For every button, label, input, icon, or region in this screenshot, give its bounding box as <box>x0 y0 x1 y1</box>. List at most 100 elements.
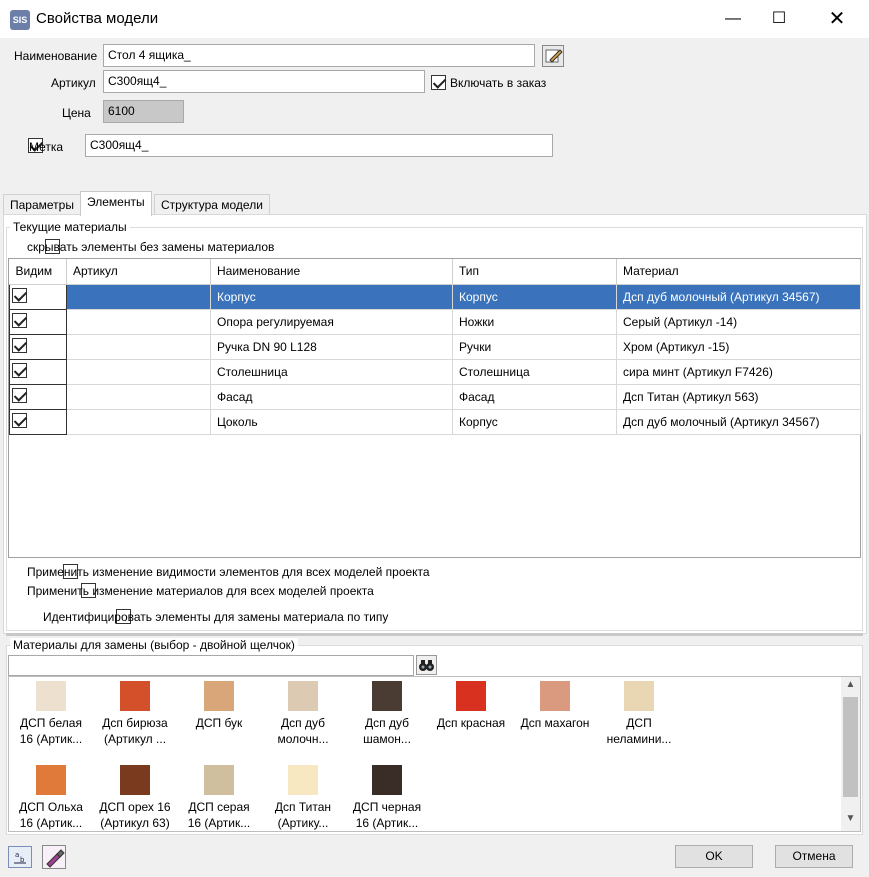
name-cell: Ручка DN 90 L128 <box>210 334 453 360</box>
price-field: 6100 <box>103 100 184 123</box>
scroll-thumb[interactable] <box>843 697 858 797</box>
identify-label: Идентифицировать элементы для замены мат… <box>43 610 389 624</box>
material-search-input[interactable] <box>8 655 414 676</box>
ok-button[interactable]: OK <box>675 845 753 868</box>
material-tile[interactable]: ДСП бук <box>177 681 261 731</box>
material-name: Дсп Титан <box>274 800 332 814</box>
apply-materials-label: Применить изменение материалов для всех … <box>27 584 374 598</box>
table-header: Видим Артикул Наименование Тип Материал <box>9 259 861 285</box>
material-swatch <box>624 681 654 711</box>
material-swatch <box>288 681 318 711</box>
tab-parameters[interactable]: Параметры <box>3 194 81 215</box>
mark-input[interactable]: С300ящ4_ <box>85 134 553 157</box>
cancel-button[interactable]: Отмена <box>775 845 853 868</box>
material-swatch <box>540 681 570 711</box>
material-name: ДСП белая <box>20 716 82 730</box>
name-input[interactable]: Стол 4 ящика_ <box>103 44 535 67</box>
type-cell: Ножки <box>452 309 617 335</box>
visible-cell[interactable] <box>9 308 67 335</box>
visible-checkbox[interactable] <box>12 312 27 328</box>
article-cell <box>66 384 211 410</box>
current-materials-title: Текущие материалы <box>10 220 130 234</box>
table-row[interactable]: Ручка DN 90 L128 Ручки Хром (Артикул -15… <box>9 333 861 360</box>
replacement-title: Материалы для замены (выбор - двойной ще… <box>10 638 298 652</box>
material-tile[interactable]: Дсп махагон <box>513 681 597 731</box>
article-input[interactable]: С300ящ4_ <box>103 70 425 93</box>
material-swatch <box>456 681 486 711</box>
material-picker-button[interactable] <box>42 845 66 869</box>
material-swatch <box>120 765 150 795</box>
scroll-down-icon[interactable]: ▼ <box>841 813 860 829</box>
material-tile[interactable]: ДСП серая 16 (Артик... <box>177 765 261 831</box>
tab-model-structure[interactable]: Структура модели <box>154 194 270 215</box>
material-article: (Артикул ... <box>103 732 167 746</box>
visible-checkbox[interactable] <box>12 337 27 353</box>
close-button[interactable]: ✕ <box>814 0 860 38</box>
material-tile[interactable]: Дсп дуб шамон... <box>345 681 429 747</box>
material-name: ДСП <box>626 716 652 730</box>
material-tile[interactable]: ДСП Ольха 16 (Артик... <box>9 765 93 831</box>
material-tile[interactable]: ДСП черная 16 (Артик... <box>345 765 429 831</box>
visible-checkbox[interactable] <box>12 412 27 428</box>
material-tile[interactable]: ДСП неламини... <box>597 681 681 747</box>
type-cell: Столешница <box>452 359 617 385</box>
minimize-button[interactable]: — <box>710 0 756 38</box>
material-swatch <box>204 681 234 711</box>
tab-elements[interactable]: Элементы <box>80 191 152 216</box>
apply-visibility-label: Применить изменение видимости элементов … <box>27 565 430 579</box>
name-cell: Фасад <box>210 384 453 410</box>
visible-cell[interactable] <box>9 283 67 310</box>
visible-checkbox[interactable] <box>12 287 27 303</box>
material-swatch <box>36 681 66 711</box>
col-material[interactable]: Материал <box>616 259 861 285</box>
col-name[interactable]: Наименование <box>210 259 453 285</box>
visible-cell[interactable] <box>9 408 67 435</box>
mark-label: Метка <box>29 140 64 154</box>
article-label: Артикул <box>51 76 96 90</box>
include-order-label: Включать в заказ <box>450 76 547 90</box>
type-cell: Корпус <box>452 284 617 310</box>
visible-checkbox[interactable] <box>12 362 27 378</box>
material-tile[interactable]: Дсп бирюза (Артикул ... <box>93 681 177 747</box>
app-icon: SIS <box>10 10 30 30</box>
list-view-icon: ab <box>14 851 26 864</box>
material-tile[interactable]: Дсп красная <box>429 681 513 731</box>
material-name: ДСП бук <box>195 716 243 730</box>
price-label: Цена <box>62 106 91 120</box>
splitter[interactable] <box>6 633 863 636</box>
materials-scrollbar[interactable]: ▲ ▼ <box>841 677 860 831</box>
table-row[interactable]: Корпус Корпус Дсп дуб молочный (Артикул … <box>9 283 861 310</box>
material-swatch <box>372 681 402 711</box>
maximize-button[interactable]: ☐ <box>756 0 802 38</box>
col-type[interactable]: Тип <box>452 259 617 285</box>
col-visible[interactable]: Видим <box>9 259 67 285</box>
material-article: 16 (Артик... <box>19 816 83 830</box>
edit-name-button[interactable] <box>542 45 564 67</box>
col-article[interactable]: Артикул <box>66 259 211 285</box>
article-cell <box>66 359 211 385</box>
table-row[interactable]: Опора регулируемая Ножки Серый (Артикул … <box>9 308 861 335</box>
pencil-icon <box>545 49 563 63</box>
table-row[interactable]: Фасад Фасад Дсп Титан (Артикул 563) <box>9 383 861 410</box>
scroll-up-icon[interactable]: ▲ <box>841 679 860 695</box>
visible-cell[interactable] <box>9 358 67 385</box>
list-view-button[interactable]: ab <box>8 846 32 868</box>
material-tile[interactable]: ДСП белая 16 (Артик... <box>9 681 93 747</box>
type-cell: Корпус <box>452 409 617 435</box>
material-tile[interactable]: Дсп дуб молочн... <box>261 681 345 747</box>
visible-checkbox[interactable] <box>12 387 27 403</box>
material-article: шамон... <box>363 732 411 746</box>
type-cell: Ручки <box>452 334 617 360</box>
materials-list: ДСП белая 16 (Артик... Дсп бирюза (Артикул… <box>8 676 861 832</box>
table-row[interactable]: Цоколь Корпус Дсп дуб молочный (Артикул … <box>9 408 861 435</box>
table-row[interactable]: Столешница Столешница сира минт (Артикул… <box>9 358 861 385</box>
material-article: 16 (Артик... <box>355 816 419 830</box>
material-tile[interactable]: ДСП орех 16 (Артикул 63) <box>93 765 177 831</box>
window-title: Свойства модели <box>36 10 159 27</box>
visible-cell[interactable] <box>9 383 67 410</box>
include-order-checkbox[interactable] <box>431 75 446 90</box>
material-name: Дсп махагон <box>520 716 590 730</box>
material-tile[interactable]: Дсп Титан (Артику... <box>261 765 345 831</box>
search-button[interactable] <box>416 655 437 675</box>
visible-cell[interactable] <box>9 333 67 360</box>
